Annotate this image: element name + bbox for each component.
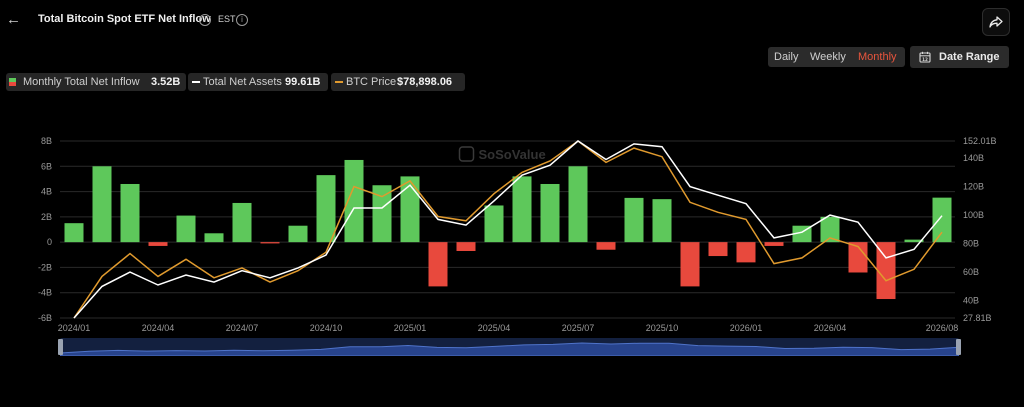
inflow-bar[interactable]: [876, 242, 896, 300]
inflow-bar[interactable]: [316, 175, 336, 243]
inflow-bar[interactable]: [232, 202, 252, 243]
x-tick: 2024/10: [310, 323, 343, 333]
y-tick-right: 100B: [963, 210, 984, 220]
watermark-logo-icon: [458, 146, 475, 162]
slider-preview: [60, 342, 959, 356]
y-tick-left: 6B: [41, 161, 52, 171]
y-tick-right: 60B: [963, 267, 979, 277]
x-tick: 2025/04: [478, 323, 511, 333]
y-tick-left: -6B: [38, 313, 52, 323]
inflow-bar[interactable]: [624, 197, 644, 243]
net-assets-line[interactable]: [73, 140, 943, 319]
inflow-bar[interactable]: [148, 242, 168, 246]
inflow-bar[interactable]: [176, 215, 196, 243]
inflow-bar[interactable]: [484, 205, 504, 243]
slider-left-handle[interactable]: [58, 339, 63, 355]
x-tick: 2024/04: [142, 323, 175, 333]
inflow-bar[interactable]: [512, 176, 532, 243]
y-tick-right: 80B: [963, 239, 979, 249]
x-tick: 2026/08: [926, 323, 959, 333]
y-tick-left: -4B: [38, 288, 52, 298]
y-tick-right: 120B: [963, 182, 984, 192]
inflow-bar[interactable]: [680, 242, 700, 287]
x-tick: 2025/01: [394, 323, 427, 333]
inflow-bar[interactable]: [652, 199, 672, 243]
inflow-bar[interactable]: [260, 242, 280, 244]
y-tick-left: 8B: [41, 136, 52, 146]
inflow-bar[interactable]: [288, 225, 308, 243]
inflow-bar[interactable]: [64, 223, 84, 243]
watermark-text: SoSoValue: [479, 147, 546, 162]
inflow-bar[interactable]: [932, 197, 952, 243]
inflow-bar[interactable]: [540, 183, 560, 243]
y-tick-left: 2B: [41, 212, 52, 222]
zoom-slider[interactable]: [60, 338, 959, 356]
inflow-bar[interactable]: [204, 233, 224, 243]
y-tick-right: 140B: [963, 153, 984, 163]
x-tick: 2026/01: [730, 323, 763, 333]
x-tick: 2024/07: [226, 323, 259, 333]
btc-price-line[interactable]: [73, 140, 943, 319]
x-tick: 2025/10: [646, 323, 679, 333]
y-tick-right: 27.81B: [963, 313, 992, 323]
inflow-bar[interactable]: [596, 242, 616, 250]
y-tick-left: 0: [47, 237, 52, 247]
y-tick-right: 152.01B: [963, 136, 997, 146]
inflow-bar[interactable]: [92, 166, 112, 243]
inflow-bar[interactable]: [428, 242, 448, 287]
inflow-bar[interactable]: [708, 242, 728, 257]
y-tick-left: 4B: [41, 187, 52, 197]
inflow-bar[interactable]: [764, 242, 784, 246]
slider-right-handle[interactable]: [956, 339, 961, 355]
y-tick-left: -2B: [38, 262, 52, 272]
y-tick-right: 40B: [963, 296, 979, 306]
inflow-bar[interactable]: [456, 242, 476, 251]
inflow-bar[interactable]: [120, 183, 140, 243]
inflow-bar[interactable]: [736, 242, 756, 263]
x-tick: 2026/04: [814, 323, 847, 333]
x-tick: 2024/01: [58, 323, 91, 333]
x-tick: 2025/07: [562, 323, 595, 333]
inflow-bar[interactable]: [568, 166, 588, 243]
